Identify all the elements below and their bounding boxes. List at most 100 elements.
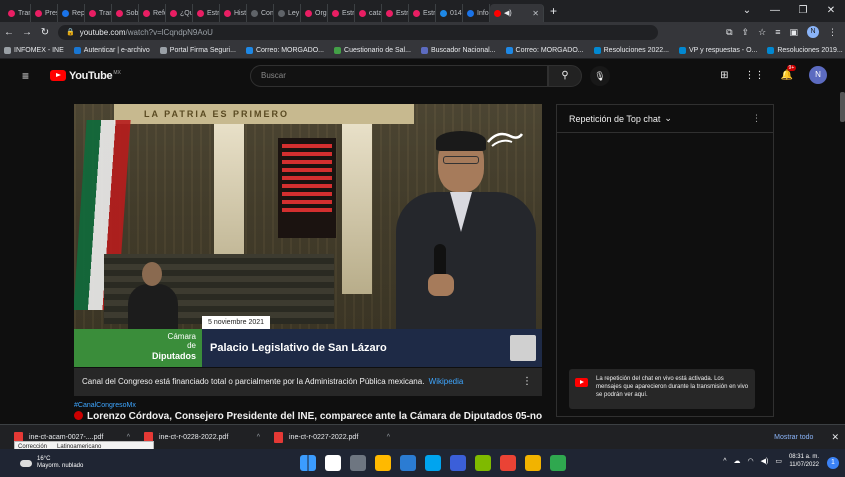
weather-condition: Mayorm. nublado — [37, 463, 84, 469]
bookmark-item[interactable]: Cuestionario de Sal... — [334, 46, 411, 54]
bookmark-item[interactable]: Autenticar | e-archivo — [73, 46, 150, 54]
show-all-downloads-button[interactable]: Mostrar todo — [774, 434, 813, 441]
tab-favicon-icon — [62, 9, 69, 17]
browser-tab[interactable]: Info: — [463, 4, 490, 22]
url-bar[interactable]: 🔒 youtube.com/watch?v=lCqndpN9AoU — [58, 24, 658, 40]
taskbar-app-icon[interactable] — [450, 455, 466, 471]
browser-tab[interactable]: ¿Qu: — [166, 4, 193, 22]
browser-tab[interactable]: 014. — [436, 4, 463, 22]
account-avatar[interactable]: N — [809, 66, 827, 84]
chat-menu-icon[interactable]: ⋮ — [752, 113, 761, 124]
browser-tab[interactable]: Estru — [328, 4, 355, 22]
browser-tab[interactable]: Con: — [247, 4, 274, 22]
forward-button[interactable]: → — [18, 27, 36, 38]
share-icon[interactable]: ⇪ — [742, 27, 750, 38]
browser-tab[interactable]: Estru — [382, 4, 409, 22]
active-tab[interactable]: ◀) ✕ — [490, 4, 544, 22]
voice-search-button[interactable]: 🎙 — [590, 66, 610, 86]
reload-button[interactable]: ↻ — [36, 27, 54, 38]
bookmark-item[interactable]: INFOMEX - INE — [4, 46, 64, 54]
tab-favicon-icon — [386, 9, 393, 17]
bookmark-item[interactable]: Portal Firma Seguri... — [159, 46, 236, 54]
chevron-up-icon[interactable]: ^ — [127, 434, 130, 441]
taskbar-app-icon[interactable] — [400, 455, 416, 471]
browser-tab[interactable]: Refo — [139, 4, 166, 22]
close-tab-icon[interactable]: ✕ — [532, 9, 539, 18]
youtube-logo[interactable]: YouTube MX — [50, 70, 121, 82]
bookmark-item[interactable]: Buscador Nacional... — [420, 46, 496, 54]
chevron-up-icon[interactable]: ^ — [387, 434, 390, 441]
bookmark-item[interactable]: VP y respuestas - O... — [679, 46, 757, 54]
browser-tab[interactable]: Hist: — [220, 4, 247, 22]
taskbar-app-icon[interactable] — [500, 455, 516, 471]
chevron-up-icon[interactable]: ^ — [257, 434, 260, 441]
new-tab-button[interactable]: + — [550, 4, 557, 18]
chevron-down-icon[interactable]: ⌄ — [664, 113, 672, 124]
tray-chevron-icon[interactable]: ^ — [723, 458, 726, 465]
browser-tab[interactable]: Pres: — [31, 4, 58, 22]
notification-center-badge[interactable]: 1 — [827, 457, 839, 469]
close-window-button[interactable]: ✕ — [817, 0, 845, 22]
bookmark-item[interactable]: Resoluciones 2022... — [593, 46, 669, 54]
system-clock[interactable]: 08:31 a. m. 11/07/2022 — [789, 453, 819, 469]
side-panel-icon[interactable]: ▣ — [789, 27, 798, 38]
start-button-icon[interactable] — [300, 455, 316, 471]
audio-playing-icon[interactable]: ◀) — [504, 9, 512, 17]
network-icon[interactable]: ☁ — [734, 457, 741, 465]
lock-icon: 🔒 — [66, 29, 75, 36]
create-video-icon[interactable]: ⊞ — [720, 70, 728, 81]
taskbar-app-icon[interactable] — [325, 455, 341, 471]
browser-tab[interactable]: Orgu — [301, 4, 328, 22]
taskbar-app-icon[interactable] — [525, 455, 541, 471]
taskbar-app-icon[interactable] — [550, 455, 566, 471]
bookmark-star-icon[interactable]: ☆ — [758, 27, 766, 38]
browser-tab[interactable]: Tran: — [85, 4, 112, 22]
volume-icon[interactable]: ◀) — [761, 457, 769, 465]
reading-list-icon[interactable]: ≡ — [775, 27, 780, 37]
install-app-icon[interactable]: ⧉ — [726, 27, 732, 38]
hamburger-menu-icon[interactable]: ≡ — [22, 69, 36, 83]
minimize-button[interactable]: — — [761, 0, 789, 22]
taskbar-app-icon[interactable] — [425, 455, 441, 471]
browser-tab[interactable]: catal — [355, 4, 382, 22]
browser-tab[interactable]: Estru — [193, 4, 220, 22]
browser-tab[interactable]: Tran: — [4, 4, 31, 22]
search-input[interactable]: Buscar — [250, 65, 548, 87]
close-downloads-icon[interactable]: ✕ — [831, 432, 839, 443]
notification-count-badge: 9+ — [786, 64, 797, 71]
notifications-bell-icon[interactable]: 🔔 9+ — [781, 64, 797, 81]
chamber-inscription: LA PATRIA ES PRIMERO — [114, 104, 414, 124]
apps-grid-icon[interactable]: ⋮⋮ — [745, 70, 765, 81]
browser-menu-icon[interactable]: ⋮ — [828, 27, 837, 38]
browser-tab[interactable]: Estru — [409, 4, 436, 22]
browser-tab[interactable]: Repc — [58, 4, 85, 22]
window-list-icon[interactable]: ⌄ — [733, 0, 761, 22]
download-item[interactable]: ine-ct-r-0228-2022.pdf ^ — [144, 431, 260, 443]
weather-widget[interactable]: 16°C Mayorm. nublado — [20, 456, 83, 470]
bookmark-item[interactable]: Resoluciones 2019... — [767, 46, 843, 54]
voting-board — [278, 138, 336, 238]
tab-label: Pres: — [45, 9, 57, 17]
search-button[interactable]: ⚲ — [548, 65, 582, 87]
wikipedia-link[interactable]: Wikipedia — [429, 377, 464, 386]
taskbar-app-icon[interactable] — [350, 455, 366, 471]
back-button[interactable]: ← — [0, 27, 18, 38]
browser-tab[interactable]: Ley ( — [274, 4, 301, 22]
taskbar-app-icon[interactable] — [375, 455, 391, 471]
video-player[interactable]: LA PATRIA ES PRIMERO 5 noviembre 2021 Cá… — [74, 104, 542, 367]
hashtag-link[interactable]: #CanalCongresoMx — [74, 402, 136, 409]
more-options-icon[interactable]: ⋮ — [522, 368, 532, 396]
maximize-button[interactable]: ❐ — [789, 0, 817, 22]
chat-mode-dropdown[interactable]: Repetición de Top chat — [569, 114, 660, 124]
tab-label: Estru — [342, 9, 355, 17]
profile-avatar[interactable]: N — [807, 26, 819, 38]
page-scrollbar[interactable] — [840, 92, 845, 418]
browser-tab[interactable]: Sob: — [112, 4, 139, 22]
youtube-favicon-icon — [494, 9, 501, 17]
taskbar-app-icon[interactable] — [475, 455, 491, 471]
bookmark-item[interactable]: Correo: MORGADO... — [245, 46, 324, 54]
wifi-icon[interactable]: ◠ — [748, 457, 754, 465]
download-item[interactable]: ine-ct-r-0227-2022.pdf ^ — [274, 431, 390, 443]
bookmark-item[interactable]: Correo: MORGADO... — [505, 46, 584, 54]
battery-icon[interactable]: ▭ — [775, 457, 782, 465]
